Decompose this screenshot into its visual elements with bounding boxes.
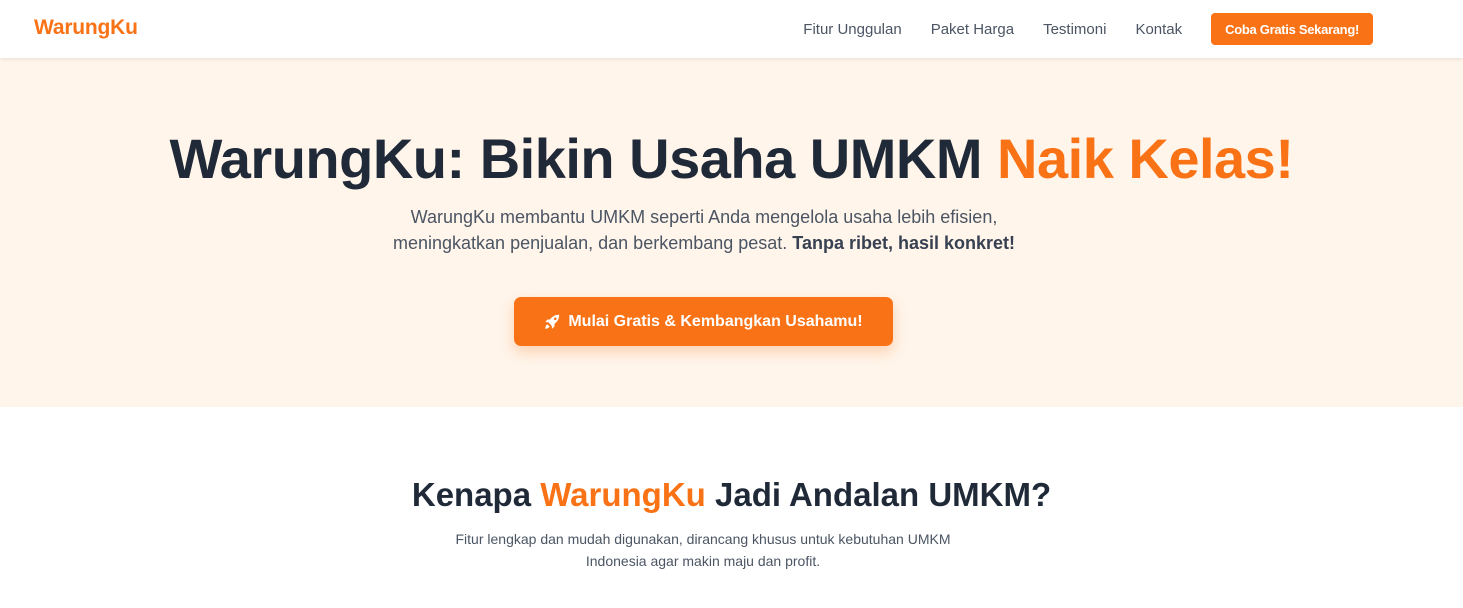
- logo[interactable]: WarungKu: [34, 16, 138, 40]
- nav-link-kontak[interactable]: Kontak: [1135, 21, 1182, 38]
- nav-link-fitur-unggulan[interactable]: Fitur Unggulan: [803, 21, 901, 38]
- navbar: WarungKu Fitur Unggulan Paket Harga Test…: [0, 0, 1463, 58]
- start-free-button-label: Mulai Gratis & Kembangkan Usahamu!: [568, 312, 863, 330]
- hero-subtitle: WarungKu membantu UMKM seperti Anda meng…: [386, 204, 1022, 256]
- features-subtitle: Fitur lengkap dan mudah digunakan, diran…: [455, 531, 951, 569]
- rocket-icon: [544, 314, 560, 330]
- nav-link-testimoni[interactable]: Testimoni: [1043, 21, 1106, 38]
- nav-link-paket-harga[interactable]: Paket Harga: [931, 21, 1014, 38]
- hero-title-accent: Naik Kelas!: [997, 127, 1294, 190]
- nav-links: Fitur Unggulan Paket Harga Testimoni Kon…: [803, 13, 1373, 45]
- features-title-pre: Kenapa: [411, 476, 541, 513]
- hero-section: WarungKu: Bikin Usaha UMKM Naik Kelas! W…: [0, 58, 1463, 407]
- features-title: Kenapa WarungKu Jadi Andalan UMKM?: [0, 476, 1463, 514]
- hero-subtitle-bold: Tanpa ribet, hasil konkret!: [792, 233, 1015, 253]
- start-free-button[interactable]: Mulai Gratis & Kembangkan Usahamu!: [514, 297, 893, 346]
- hero-title-main: WarungKu: Bikin Usaha UMKM: [169, 127, 998, 190]
- features-title-post: Jadi Andalan UMKM?: [705, 476, 1052, 513]
- features-title-accent: WarungKu: [540, 476, 706, 513]
- hero-title: WarungKu: Bikin Usaha UMKM Naik Kelas!: [0, 126, 1463, 191]
- try-free-button[interactable]: Coba Gratis Sekarang!: [1211, 13, 1373, 45]
